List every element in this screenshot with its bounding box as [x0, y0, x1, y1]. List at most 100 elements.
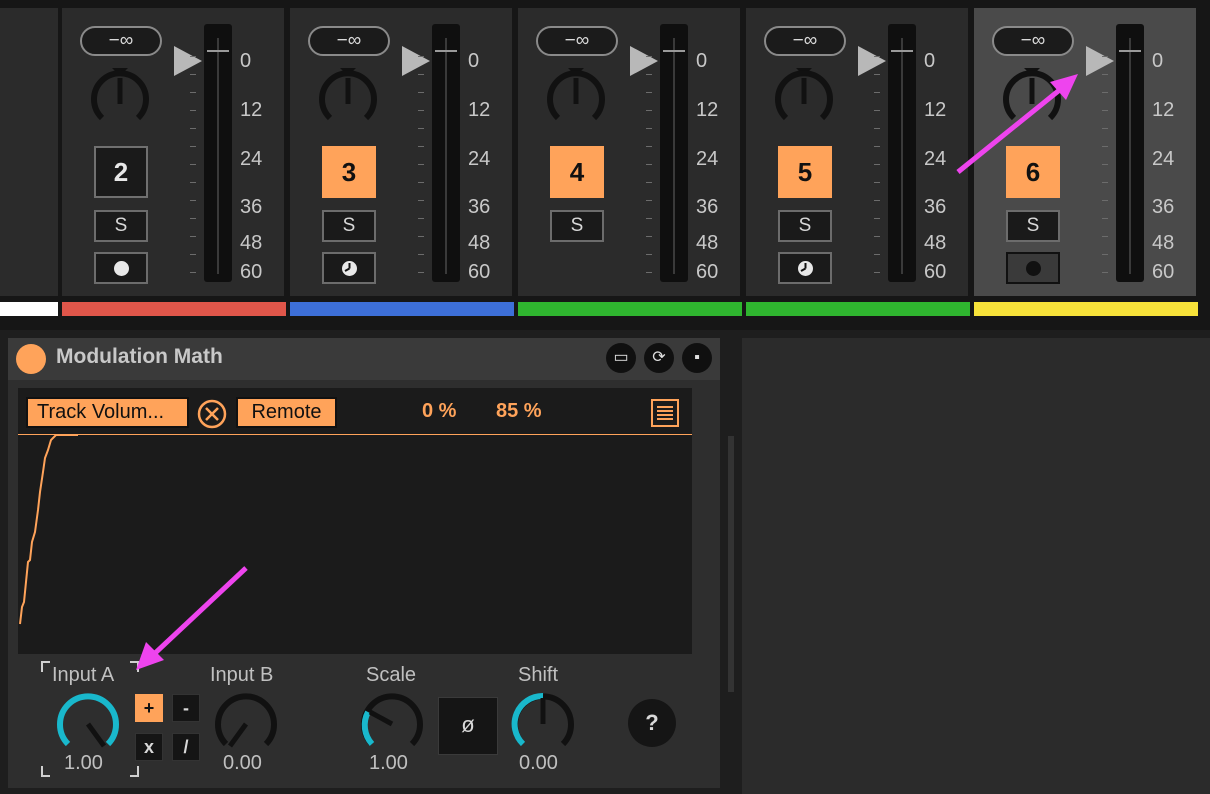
meter-scale-label: 24: [468, 148, 491, 170]
mixer-strip-track-3[interactable]: −∞ 3 S 0 12 24 36 48 60: [290, 8, 512, 296]
meter-tick: [874, 146, 880, 147]
max-percent[interactable]: 85 %: [496, 400, 542, 423]
solo-button[interactable]: S: [550, 210, 604, 242]
level-meter[interactable]: [1116, 24, 1144, 282]
meter-tick: [190, 146, 196, 147]
scale-knob[interactable]: [360, 692, 424, 756]
track-activator[interactable]: 4: [550, 146, 604, 198]
meter-scale-label: 60: [924, 261, 947, 283]
meter-tick: [646, 236, 652, 237]
meter-tick: [646, 164, 652, 165]
solo-button[interactable]: S: [778, 210, 832, 242]
solo-button[interactable]: S: [94, 210, 148, 242]
scale-value[interactable]: 1.00: [369, 752, 408, 775]
meter-tick: [874, 272, 880, 273]
meter-scale-label: 60: [240, 261, 263, 283]
pan-knob[interactable]: [316, 68, 380, 132]
mixer-strip-track-4[interactable]: −∞ 4 S 0 12 24 36 48 60: [518, 8, 740, 296]
remote-button[interactable]: Remote: [236, 397, 337, 428]
mixer-strip-track-5[interactable]: −∞ 5 S 0 12 24 36 48 60: [746, 8, 968, 296]
meter-tick: [1102, 128, 1108, 129]
subtract-operator-button[interactable]: -: [172, 694, 200, 722]
solo-button[interactable]: S: [322, 210, 376, 242]
min-percent[interactable]: 0 %: [422, 400, 456, 423]
device-power-button[interactable]: [16, 344, 46, 374]
meter-scale-label: 12: [468, 99, 491, 121]
meter-tick: [646, 182, 652, 183]
input-a-label: Input A: [52, 664, 115, 686]
mixer-strip-partial: [0, 8, 58, 296]
add-operator-button[interactable]: +: [135, 694, 163, 722]
meter-scale-label: 12: [1152, 99, 1175, 121]
shift-value[interactable]: 0.00: [519, 752, 558, 775]
meter-scale-label: 24: [924, 148, 947, 170]
pan-knob[interactable]: [88, 68, 152, 132]
pan-knob[interactable]: [544, 68, 608, 132]
volume-display[interactable]: −∞: [308, 26, 390, 56]
input-b-value[interactable]: 0.00: [223, 752, 262, 775]
window-icon[interactable]: ▭: [606, 343, 636, 373]
volume-display[interactable]: −∞: [536, 26, 618, 56]
meter-tick: [418, 272, 424, 273]
help-button[interactable]: ?: [628, 699, 676, 747]
meter-tick: [190, 200, 196, 201]
close-circle-icon[interactable]: [196, 398, 228, 430]
input-b-label: Input B: [210, 664, 274, 686]
volume-display[interactable]: −∞: [80, 26, 162, 56]
level-meter[interactable]: [432, 24, 460, 282]
pan-knob[interactable]: [1000, 68, 1064, 132]
arm-button[interactable]: [322, 252, 376, 284]
input-b-knob[interactable]: [214, 692, 278, 756]
arm-button[interactable]: [778, 252, 832, 284]
save-icon[interactable]: ▪: [682, 343, 712, 373]
track-activator[interactable]: 2: [94, 146, 148, 198]
arm-button[interactable]: [1006, 252, 1060, 284]
level-meter[interactable]: [888, 24, 916, 282]
meter-tick: [418, 92, 424, 93]
level-meter[interactable]: [204, 24, 232, 282]
meter-scale-label: 0: [696, 50, 708, 72]
track-activator[interactable]: 3: [322, 146, 376, 198]
shift-knob[interactable]: [511, 692, 575, 756]
meter-scale-label: 48: [696, 232, 719, 254]
empty-device-area: [742, 338, 1210, 794]
track-activator[interactable]: 5: [778, 146, 832, 198]
multiply-operator-button[interactable]: x: [135, 733, 163, 761]
meter-tick: [1102, 236, 1108, 237]
list-menu-icon[interactable]: [650, 398, 680, 428]
meter-tick: [1102, 110, 1108, 111]
invert-button[interactable]: ø: [438, 697, 498, 755]
track-color-bar: [290, 302, 514, 316]
meter-scale-label: 24: [240, 148, 263, 170]
solo-button[interactable]: S: [1006, 210, 1060, 242]
arm-button[interactable]: [94, 252, 148, 284]
meter-tick: [190, 92, 196, 93]
meter-tick: [646, 218, 652, 219]
meter-tick: [874, 92, 880, 93]
input-a-knob[interactable]: [56, 692, 120, 756]
target-parameter-button[interactable]: Track Volum...: [26, 397, 189, 428]
volume-display[interactable]: −∞: [992, 26, 1074, 56]
meter-tick: [418, 128, 424, 129]
meter-scale-label: 12: [240, 99, 263, 121]
divide-operator-button[interactable]: /: [172, 733, 200, 761]
level-meter[interactable]: [660, 24, 688, 282]
meter-tick: [646, 254, 652, 255]
meter-tick: [646, 146, 652, 147]
scale-label: Scale: [366, 664, 417, 686]
meter-scale-label: 36: [924, 196, 947, 218]
meter-scale-label: 36: [1152, 196, 1175, 218]
meter-tick: [1102, 56, 1108, 57]
pan-knob[interactable]: [772, 68, 836, 132]
meter-tick: [1102, 182, 1108, 183]
refresh-icon[interactable]: ⟳: [644, 343, 674, 373]
mixer-strip-track-6[interactable]: −∞ 6 S 0 12 24 36 48 60: [974, 8, 1196, 296]
meter-tick: [418, 200, 424, 201]
mixer-strip-track-2[interactable]: −∞ 2 S 0 12 24 36 48 60: [62, 8, 284, 296]
modulation-display: Track Volum... Remote 0 % 85 %: [18, 388, 692, 654]
track-activator[interactable]: 6: [1006, 146, 1060, 198]
input-a-value[interactable]: 1.00: [64, 752, 103, 775]
volume-display[interactable]: −∞: [764, 26, 846, 56]
meter-scale-label: 12: [696, 99, 719, 121]
meter-tick: [874, 128, 880, 129]
